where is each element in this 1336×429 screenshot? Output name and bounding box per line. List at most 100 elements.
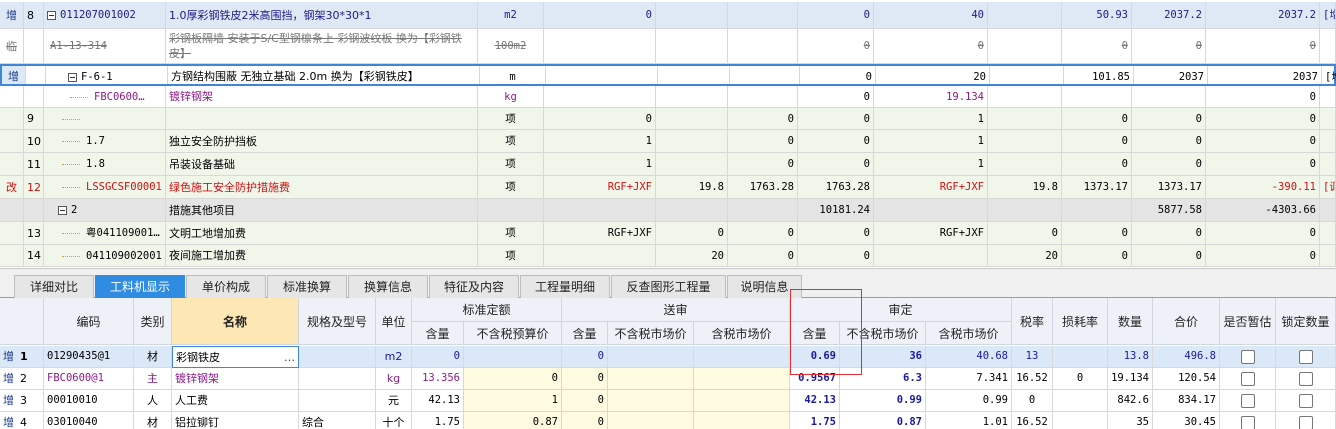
header-provisional[interactable]: 是否暂估 — [1220, 298, 1276, 345]
cell-lock[interactable] — [1276, 390, 1336, 412]
tab-4[interactable]: 标准换算 — [267, 275, 347, 298]
tab-6[interactable]: 特征及内容 — [429, 275, 519, 298]
item-row[interactable]: 13 粤041109001… 文明工地增加费项 RGF+JXF 0 0 0 RGF+JXF 0 0… — [0, 222, 1336, 245]
cell-code[interactable]: 1.7 — [44, 130, 166, 152]
provisional-checkbox[interactable] — [1240, 372, 1255, 386]
cell-flagno[interactable]: 增2 — [0, 368, 44, 390]
cell-code[interactable]: LSSGCSF00001 — [44, 176, 166, 198]
cell-aud-qty[interactable]: 42.13 — [790, 390, 840, 412]
cell-flagno[interactable]: 增4 — [0, 412, 44, 429]
tab-5[interactable]: 换算信息 — [348, 275, 428, 298]
cell-provisional[interactable] — [1220, 412, 1276, 429]
cell-name[interactable]: 铝拉铆钉 — [172, 412, 299, 429]
collapse-toggle-icon[interactable] — [68, 72, 77, 82]
cell-code[interactable]: FBC0600… — [44, 86, 166, 107]
header-loss[interactable]: 损耗率 — [1053, 298, 1108, 345]
cell-code[interactable]: 粤041109001… — [44, 222, 166, 244]
item-row[interactable]: 增 8 011207001002 1.0厚彩钢铁皮2米高围挡，钢架30*30*1 m2 0… — [0, 2, 1336, 29]
cell-aud-in[interactable]: 7.341 — [926, 368, 1012, 390]
item-row[interactable]: 改 12 LSSGCSF00001 绿色施工安全防护措施费项 RGF+JXF 19.8 17… — [0, 176, 1336, 199]
cell-aud-ex[interactable]: 0.87 — [840, 412, 926, 429]
cell-std-qty[interactable]: 42.13 — [412, 390, 464, 412]
cell-spec[interactable] — [299, 346, 376, 368]
cell-provisional[interactable] — [1220, 346, 1276, 368]
lock-qty-checkbox[interactable] — [1298, 372, 1313, 386]
cell-code[interactable]: A1-13-314 — [44, 29, 166, 63]
header-aud-price-in[interactable]: 含税市场价 — [926, 322, 1012, 345]
cell-qty[interactable]: 35 — [1108, 412, 1153, 429]
item-row[interactable]: 14 041109002001 夜间施工增加费项 20 0 0 20 0 0 0 — [0, 245, 1336, 267]
item-row[interactable]: FBC0600… 镀锌钢架 kg 0 19.134 0 — [0, 86, 1336, 108]
cell-name[interactable]: 吊装设备基础 — [166, 153, 478, 175]
header-std-price[interactable]: 不含税预算价 — [464, 322, 562, 345]
item-row[interactable]: 2 措施其他项目 10181.24 5877.58 -4303.66 — [0, 199, 1336, 222]
cell-provisional[interactable] — [1220, 368, 1276, 390]
header-tax[interactable]: 税率 — [1012, 298, 1053, 345]
cell-lock[interactable] — [1276, 368, 1336, 390]
cell-name[interactable]: 措施其他项目 — [166, 199, 478, 221]
cell-provisional[interactable] — [1220, 390, 1276, 412]
cell-flagno[interactable]: 增1 — [0, 346, 44, 368]
provisional-checkbox[interactable] — [1240, 394, 1255, 408]
provisional-checkbox[interactable] — [1240, 350, 1255, 364]
cell-aud-qty[interactable]: 0.69 — [790, 346, 840, 368]
cell-code[interactable]: 1.8 — [44, 153, 166, 175]
collapse-toggle-icon[interactable] — [47, 10, 56, 20]
cell-lock[interactable] — [1276, 346, 1336, 368]
header-lock[interactable]: 锁定数量 — [1276, 298, 1336, 345]
header-std-qty[interactable]: 含量 — [412, 322, 464, 345]
cell-name[interactable]: 镀锌钢架 — [172, 368, 299, 390]
cell-aud-ex[interactable]: 36 — [840, 346, 926, 368]
cell-qty[interactable]: 13.8 — [1108, 346, 1153, 368]
cell-name[interactable]: 方钢结构围蔽 无独立基础 2.0m 换为【彩钢铁皮】 — [168, 66, 480, 84]
ellipsis-icon[interactable]: … — [284, 347, 295, 367]
cell-code[interactable]: FBC0600@1 — [44, 368, 134, 390]
cell-code[interactable]: 00010010 — [44, 390, 134, 412]
item-row[interactable]: 10 1.7 独立安全防护挡板项 1 0 0 1 0 0 0 — [0, 130, 1336, 153]
cell-name[interactable]: 夜间施工增加费 — [166, 245, 478, 266]
cell-spec[interactable] — [299, 390, 376, 412]
cell-qty[interactable]: 19.134 — [1108, 368, 1153, 390]
tab-3[interactable]: 单价构成 — [186, 275, 266, 298]
cell-name[interactable]: 文明工地增加费 — [166, 222, 478, 244]
header-name[interactable]: 名称 — [172, 298, 299, 345]
cell-aud-in[interactable]: 40.68 — [926, 346, 1012, 368]
cell-aud-ex[interactable]: 6.3 — [840, 368, 926, 390]
cell-name[interactable]: 彩钢铁皮… — [172, 346, 299, 368]
cell-name[interactable]: 独立安全防护挡板 — [166, 130, 478, 152]
header-send-qty[interactable]: 含量 — [562, 322, 608, 345]
cell-aud-ex[interactable]: 0.99 — [840, 390, 926, 412]
cell-name[interactable]: 镀锌钢架 — [166, 86, 478, 107]
item-row[interactable]: 临 A1-13-314 彩钢板隔墙 安装于S/C型钢檩条上 彩钢波纹板 换为【彩钢铁… — [0, 29, 1336, 64]
item-row[interactable]: 9项0001000 — [0, 108, 1336, 130]
tab-1[interactable]: 详细对比 — [14, 275, 94, 298]
cell-aud-in[interactable]: 1.01 — [926, 412, 1012, 429]
cell-code[interactable]: 041109002001 — [44, 245, 166, 266]
header-aud-qty[interactable]: 含量 — [790, 322, 840, 345]
header-unit[interactable]: 单位 — [376, 298, 412, 345]
header-total[interactable]: 合价 — [1153, 298, 1220, 345]
cell-aud-in[interactable]: 0.99 — [926, 390, 1012, 412]
header-aud-price-ex[interactable]: 不含税市场价 — [840, 322, 926, 345]
header-send-price-ex[interactable]: 不含税市场价 — [608, 322, 694, 345]
cell-aud-qty[interactable]: 0.9567 — [790, 368, 840, 390]
header-send-price-in[interactable]: 含税市场价 — [694, 322, 790, 345]
cell-code[interactable]: 03010040 — [44, 412, 134, 429]
lock-qty-checkbox[interactable] — [1298, 416, 1313, 429]
cell-name[interactable]: 1.0厚彩钢铁皮2米高围挡，钢架30*30*1 — [166, 2, 478, 28]
cell-spec[interactable] — [299, 368, 376, 390]
cell-code[interactable] — [44, 108, 166, 129]
provisional-checkbox[interactable] — [1240, 416, 1255, 429]
header-qty[interactable]: 数量 — [1108, 298, 1153, 345]
cell-name[interactable]: 绿色施工安全防护措施费 — [166, 176, 478, 198]
header-code[interactable]: 编码 — [44, 298, 134, 345]
collapse-toggle-icon[interactable] — [58, 205, 67, 215]
cell-spec[interactable]: 综合 — [299, 412, 376, 429]
tab-7[interactable]: 工程量明细 — [520, 275, 610, 298]
item-row[interactable]: 增 F-6-1 方钢结构围蔽 无独立基础 2.0m 换为【彩钢铁皮】 m 0 20 101.… — [0, 64, 1336, 86]
cell-name[interactable]: 彩钢板隔墙 安装于S/C型钢檩条上 彩钢波纹板 换为【彩钢铁皮】 — [166, 29, 478, 63]
lock-qty-checkbox[interactable] — [1298, 350, 1313, 364]
lock-qty-checkbox[interactable] — [1298, 394, 1313, 408]
cell-code[interactable]: 011207001002 — [44, 2, 166, 28]
tab-8[interactable]: 反查图形工程量 — [611, 275, 726, 298]
